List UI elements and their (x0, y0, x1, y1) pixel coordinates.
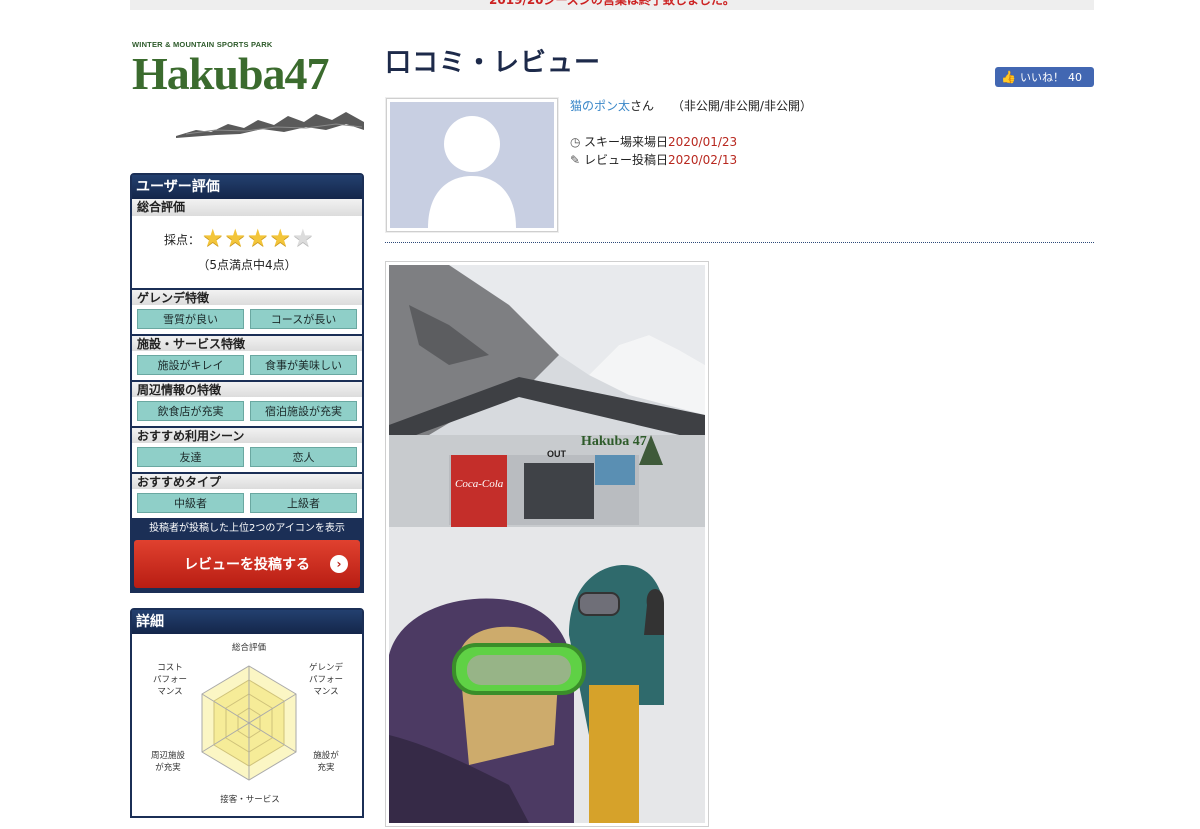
reviewer-attributes: （非公開/非公開/非公開） (671, 99, 812, 113)
radar-label-bottom: 接客・サービス (220, 795, 280, 805)
like-count: 40 (1067, 70, 1082, 84)
star-icon: ★ (224, 224, 247, 252)
section-heading-facilities: 施設・サービス特徴 (132, 334, 362, 351)
user-rating-panel: ユーザー評価 総合評価 採点： ★ ★ ★ ★ ★ （5点満点中4点） ゲレンデ… (130, 173, 364, 593)
tag-badge: 恋人 (250, 447, 357, 467)
out-sign: OUT (547, 449, 567, 459)
default-user-icon (428, 116, 516, 228)
reviewer-name-link[interactable]: 猫のポン太 (570, 99, 630, 113)
tag-row-scene: 友達 恋人 (132, 443, 362, 472)
like-button[interactable]: 👍 いいね！ 40 (995, 67, 1094, 87)
star-icon: ★ (247, 224, 269, 252)
reviewer-suffix: さん (630, 99, 655, 113)
star-icon: ★ (202, 224, 224, 252)
post-review-label: レビューを投稿する (184, 557, 310, 573)
tag-badge: 飲食店が充実 (137, 401, 244, 421)
site-logo[interactable]: WINTER & MOUNTAIN SPORTS PARK Hakuba47 (132, 40, 364, 140)
logo-name: Hakuba47 (132, 48, 330, 99)
tag-row-slope: 雪質が良い コースが長い (132, 305, 362, 334)
tag-badge: 施設がキレイ (137, 355, 244, 375)
overall-heading: 総合評価 (132, 199, 362, 216)
star-empty-icon: ★ (292, 224, 314, 252)
user-rating-title: ユーザー評価 (132, 175, 362, 199)
divider (385, 242, 1094, 243)
reviewer-info: 猫のポン太さん （非公開/非公開/非公開） (570, 97, 812, 114)
mountain-silhouette-icon (176, 112, 364, 138)
cola-sign: Coca-Cola (455, 478, 504, 490)
tag-badge: 雪質が良い (137, 309, 244, 329)
avatar (386, 98, 558, 232)
visit-date: 2020/01/23 (668, 135, 738, 149)
post-review-button[interactable]: レビューを投稿する › (134, 540, 360, 588)
notice-text: 2019/20シーズンの営業は終了致しました。 (489, 0, 735, 7)
radar-label-top-left: コスト パフォー マンス (152, 663, 187, 697)
radar-label-top: 総合評価 (231, 643, 266, 653)
section-heading-type: おすすめタイプ (132, 472, 362, 489)
tag-badge: コースが長い (250, 309, 357, 329)
tag-footnote: 投稿者が投稿した上位2つのアイコンを表示 (132, 518, 362, 540)
tag-badge: 友達 (137, 447, 244, 467)
thumbs-up-icon: 👍 (1001, 70, 1016, 84)
chevron-right-icon: › (330, 555, 348, 573)
score-label: 採点： (164, 233, 201, 247)
tag-row-facilities: 施設がキレイ 食事が美味しい (132, 351, 362, 380)
posted-label: レビュー投稿日 (584, 153, 669, 167)
radar-chart: 総合評価 ゲレンデ パフォー マンス 施設が 充実 接客・サービス 周辺施設 が… (132, 634, 362, 816)
tag-badge: 上級者 (250, 493, 357, 513)
details-panel: 詳細 総合評価 ゲレンデ パフォー マンス 施設が 充実 接客・サービス 周辺施… (130, 608, 364, 818)
posted-date: 2020/02/13 (668, 153, 738, 167)
section-heading-surroundings: 周辺情報の特徴 (132, 380, 362, 397)
like-label: いいね！ (1019, 71, 1064, 84)
details-title: 詳細 (132, 610, 362, 634)
overall-score: 採点： ★ ★ ★ ★ ★ （5点満点中4点） (132, 216, 362, 288)
visit-label: スキー場来場日 (584, 135, 669, 149)
section-heading-scene: おすすめ利用シーン (132, 426, 362, 443)
radar-label-bottom-left: 周辺施設 が充実 (150, 751, 185, 773)
radar-label-bottom-right: 施設が 充実 (313, 751, 339, 773)
tag-badge: 中級者 (137, 493, 244, 513)
tag-row-surroundings: 飲食店が充実 宿泊施設が充実 (132, 397, 362, 426)
photo-scene: Coca-Cola OUT Hakuba 47 (389, 265, 705, 823)
photo-illustration: Coca-Cola OUT Hakuba 47 (389, 265, 705, 823)
tag-row-type: 中級者 上級者 (132, 489, 362, 518)
post-date-row: ✎ レビュー投稿日2020/02/13 (570, 151, 737, 168)
review-photo[interactable]: Coca-Cola OUT Hakuba 47 (385, 261, 709, 827)
pencil-icon: ✎ (570, 153, 581, 167)
star-rating: ★ ★ ★ ★ ★ (202, 224, 314, 252)
clock-icon: ◷ (570, 135, 581, 149)
tag-badge: 宿泊施設が充実 (250, 401, 357, 421)
tag-badge: 食事が美味しい (250, 355, 357, 375)
section-heading-slope: ゲレンデ特徴 (132, 288, 362, 305)
building-sign: Hakuba 47 (581, 434, 647, 449)
score-note: （5点満点中4点） (197, 258, 297, 272)
page-title: 口コミ・レビュー (385, 48, 602, 78)
notice-bar: 2019/20シーズンの営業は終了致しました。 (130, 0, 1094, 10)
radar-label-top-right: ゲレンデ パフォー マンス (308, 663, 343, 697)
visit-date-row: ◷ スキー場来場日2020/01/23 (570, 133, 737, 150)
star-icon: ★ (269, 224, 292, 252)
